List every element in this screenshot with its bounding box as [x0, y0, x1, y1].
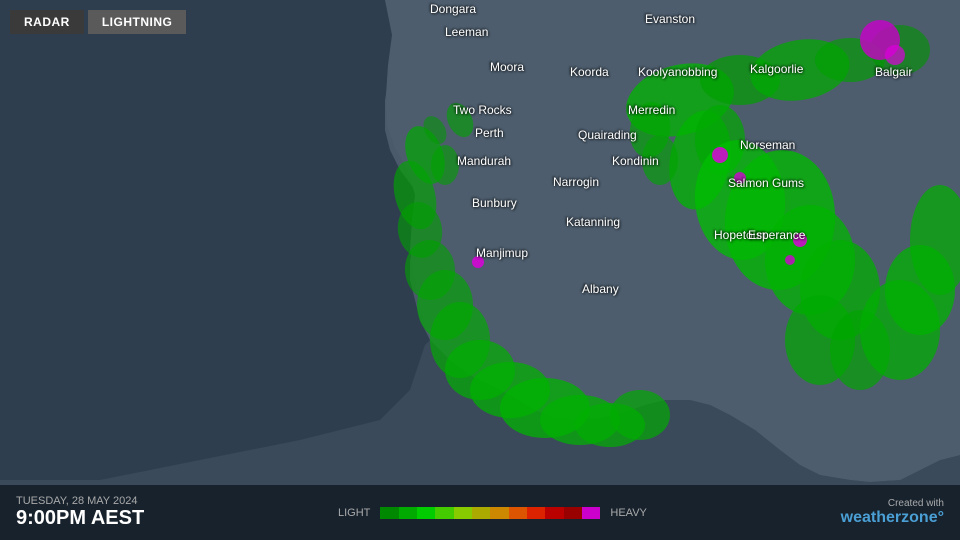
legend-seg-3	[417, 507, 435, 519]
legend-seg-5	[454, 507, 472, 519]
date-label: TUESDAY, 28 MAY 2024	[16, 495, 144, 507]
map-background	[0, 0, 960, 540]
radar-button[interactable]: RADAR	[10, 10, 84, 34]
legend-seg-6	[472, 507, 490, 519]
brand-name-label: weatherzone°	[841, 509, 944, 527]
timestamp: TUESDAY, 28 MAY 2024 9:00PM AEST	[16, 495, 144, 530]
legend-seg-12	[582, 507, 600, 519]
legend-seg-2	[399, 507, 417, 519]
created-with-label: Created with	[841, 498, 944, 509]
legend-light-label: LIGHT	[338, 507, 370, 519]
toolbar: RADAR LIGHTNING	[10, 10, 186, 34]
time-label: 9:00PM AEST	[16, 507, 144, 530]
legend: LIGHT HEAVY	[144, 507, 840, 519]
legend-seg-11	[564, 507, 582, 519]
legend-seg-1	[380, 507, 398, 519]
legend-seg-7	[490, 507, 508, 519]
map-container: RADAR LIGHTNING Dongara Leeman Evanston …	[0, 0, 960, 540]
legend-seg-9	[527, 507, 545, 519]
bottom-bar: TUESDAY, 28 MAY 2024 9:00PM AEST LIGHT H…	[0, 485, 960, 540]
lightning-button[interactable]: LIGHTNING	[88, 10, 187, 34]
legend-seg-10	[545, 507, 563, 519]
legend-heavy-label: HEAVY	[610, 507, 646, 519]
branding: Created with weatherzone°	[841, 498, 944, 527]
legend-seg-8	[509, 507, 527, 519]
legend-bar	[380, 507, 600, 519]
legend-seg-4	[435, 507, 453, 519]
